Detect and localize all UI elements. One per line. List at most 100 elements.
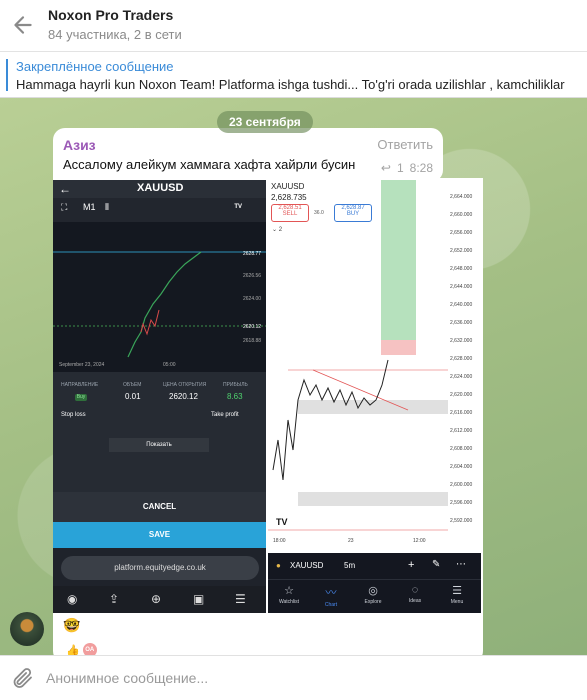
sl-save-button: SAVE <box>53 522 266 548</box>
sr-time-1: 18:00 <box>273 538 286 544</box>
ideas-tab: ◌ Ideas <box>398 584 432 604</box>
sl-time-label: 05:00 <box>163 362 176 368</box>
fullscreen-icon: ⛶ <box>61 202 68 212</box>
chat-member-count: 84 участника, 2 в сети <box>48 27 182 42</box>
menu-icon: ☰ <box>452 585 462 597</box>
sr-time-3: 12:00 <box>413 538 426 544</box>
sr-axis-label: 2,616.000 <box>450 410 473 416</box>
sr-nav-label: Menu <box>450 599 464 605</box>
sl-axis-price-5: 2618.88 <box>243 338 261 344</box>
message-input[interactable] <box>46 664 566 692</box>
sr-axis-label: 2,660.000 <box>450 212 473 218</box>
sr-axis-label: 2,592.000 <box>450 518 473 524</box>
sr-buy-label: BUY <box>346 211 360 217</box>
sr-indicator-toggle: ⌄ 2 <box>272 227 283 233</box>
sl-open-price-value: 2620.12 <box>169 392 198 401</box>
gold-coin-icon: ● <box>276 561 281 570</box>
sr-last-price: 2,628.735 <box>271 193 307 202</box>
lightbulb-icon: ◌ <box>411 584 419 596</box>
back-arrow-icon: ← <box>59 182 71 196</box>
photo-attachment[interactable]: ← XAUUSD ⛶ M1 ⦀ TV 2628.77 2626.56 2624.… <box>53 178 483 663</box>
message-time: 8:28 <box>409 161 433 175</box>
sl-show-button: Показать <box>109 438 209 452</box>
sl-take-profit: Take profit <box>211 412 239 418</box>
menu-tab: ☰ Menu <box>440 584 474 605</box>
sl-stop-loss: Stop loss <box>61 412 86 418</box>
more-icon: ⋯ <box>456 559 466 570</box>
sl-symbol: XAUUSD <box>137 182 184 194</box>
sr-bottom-symbol: XAUUSD <box>290 561 324 570</box>
sr-bottom-nav: ☆ Watchlist 〰 Chart ◎ Explore ◌ Ideas ☰ Menu <box>268 579 481 613</box>
sl-price-chart: 2628.77 2626.56 2624.00 2620.12 2618.88 … <box>53 222 266 372</box>
message-sender[interactable]: Азиз <box>63 137 96 153</box>
sr-nav-label: Watchlist <box>278 599 300 605</box>
chart-icon: 〰 <box>325 587 337 599</box>
sl-axis-price-4: 2620.12 <box>243 324 261 330</box>
sr-price-path <box>272 359 389 481</box>
pen-icon: ✎ <box>432 559 441 570</box>
sl-chart-svg: 2628.77 2626.56 2624.00 2620.12 2618.88 … <box>53 251 266 368</box>
date-divider: 23 сентября <box>217 111 313 133</box>
sl-direction-badge: Buy <box>75 394 87 401</box>
sl-profit-value: 8.63 <box>227 392 243 401</box>
sender-avatar[interactable] <box>10 612 44 646</box>
sl-date-label: September 23, 2024 <box>59 362 105 368</box>
sr-axis-label: 2,604.000 <box>450 464 473 470</box>
paperclip-icon[interactable] <box>10 666 34 690</box>
compass-icon: ◎ <box>368 585 378 597</box>
sl-axis-price-2: 2626.56 <box>243 273 261 279</box>
trading-app-screenshot[interactable]: ← XAUUSD ⛶ M1 ⦀ TV 2628.77 2626.56 2624.… <box>53 180 266 613</box>
back-arrow-icon[interactable] <box>10 12 36 38</box>
sl-toolbar: ⛶ M1 ⦀ TV <box>53 198 266 222</box>
sr-axis-label: 2,664.000 <box>450 194 473 200</box>
sr-axis-label: 2,608.000 <box>450 446 473 452</box>
sl-order-panel: НАПРАВЛЕНИЕ ОБЪЕМ ЦЕНА ОТКРЫТИЯ ПРИБЫЛЬ … <box>53 372 266 492</box>
sr-price-axis: 2,664.000 2,660.000 2,656.000 2,652.000 … <box>448 180 481 550</box>
sr-axis-label: 2,600.000 <box>450 482 473 488</box>
price-path <box>127 251 202 358</box>
sr-axis-label: 2,640.000 <box>450 302 473 308</box>
reply-button[interactable]: Ответить <box>377 137 433 152</box>
sl-profit-label: ПРИБЫЛЬ <box>223 382 248 388</box>
sr-axis-label: 2,632.000 <box>450 338 473 344</box>
chat-title[interactable]: Noxon Pro Traders <box>48 7 173 23</box>
sl-volume-value: 0.01 <box>125 392 141 401</box>
sr-stop-loss-zone <box>381 340 416 355</box>
sr-range-box-low <box>298 492 448 506</box>
nerd-emoji-message: 🤓 <box>63 617 81 633</box>
sr-axis-label: 2,624.000 <box>450 374 473 380</box>
explore-tab: ◎ Explore <box>356 584 390 605</box>
sr-bottom-timeframe: 5m <box>344 561 356 570</box>
pinned-message-bar[interactable]: Закреплённое сообщение Hammaga hayrli ku… <box>0 52 587 98</box>
sl-volume-label: ОБЪЕМ <box>123 382 142 388</box>
sl-direction-label: НАПРАВЛЕНИЕ <box>61 382 99 388</box>
sr-nav-label: Chart <box>324 602 338 608</box>
tradingview-logo: TV <box>276 517 288 527</box>
message-text: Ассалому алейкум хаммага хафта хайрли бу… <box>63 157 356 172</box>
message-bubble[interactable]: Азиз Ответить Ассалому алейкум хаммага х… <box>53 128 443 182</box>
chart-tab: 〰 Chart <box>314 584 348 608</box>
chart-app-screenshot[interactable]: 18:00 23 12:00 TV XAUUSD 2,628.735 2,628… <box>268 180 481 613</box>
sl-topbar: ← XAUUSD <box>53 180 266 198</box>
sr-axis-label: 2,620.000 <box>450 392 473 398</box>
menu-icon: ☰ <box>235 592 246 606</box>
sr-axis-label: 2,644.000 <box>450 284 473 290</box>
sr-spread: 36.0 <box>314 210 324 216</box>
sl-timeframe: M1 <box>83 202 96 212</box>
sr-symbol-bar: ● XAUUSD 5m + ✎ ⋯ <box>268 553 481 579</box>
pinned-text: Hammaga hayrli kun Noxon Team! Platforma… <box>16 77 565 92</box>
replies-count[interactable]: 1 <box>397 161 404 175</box>
sr-axis-label: 2,636.000 <box>450 320 473 326</box>
sr-axis-label: 2,652.000 <box>450 248 473 254</box>
star-icon: ☆ <box>284 585 294 597</box>
replies-icon[interactable]: ↩ <box>381 161 391 175</box>
sr-axis-label: 2,612.000 <box>450 428 473 434</box>
tabs-icon: ▣ <box>193 592 205 606</box>
tradingview-logo: TV <box>234 204 242 210</box>
sr-axis-label: 2,628.000 <box>450 356 473 362</box>
watchlist-tab: ☆ Watchlist <box>272 584 306 605</box>
message-input-bar <box>0 655 587 700</box>
sr-axis-label: 2,596.000 <box>450 500 473 506</box>
sl-axis-price-1: 2628.77 <box>243 251 261 257</box>
sr-axis-label: 2,656.000 <box>450 230 473 236</box>
